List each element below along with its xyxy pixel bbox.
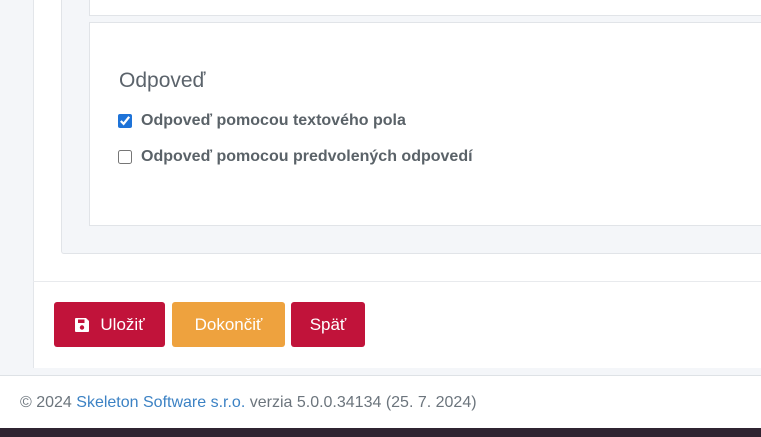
copyright: © 2024 — [20, 394, 72, 411]
answer-panel: Odpoveď Odpoveď pomocou textového pola O… — [89, 22, 761, 226]
back-button-label: Späť — [309, 314, 347, 334]
option-predefined-answers[interactable]: Odpoveď pomocou predvolených odpovedí — [118, 148, 473, 166]
bottom-bar — [0, 428, 761, 437]
option-text-field-label: Odpoveď pomocou textového pola — [141, 112, 406, 129]
page: Odpoveď Odpoveď pomocou textového pola O… — [0, 0, 761, 437]
divider — [33, 281, 761, 282]
previous-panel — [89, 0, 761, 16]
finish-button-label: Dokončiť — [194, 314, 263, 334]
footer: © 2024 Skeleton Software s.r.o. verzia 5… — [0, 375, 761, 428]
save-button-label: Uložiť — [100, 314, 145, 334]
footer-text: © 2024 Skeleton Software s.r.o. verzia 5… — [20, 394, 477, 412]
predefined-answers-checkbox[interactable] — [118, 150, 132, 164]
save-button[interactable]: Uložiť — [54, 302, 165, 347]
answer-panel-title: Odpoveď — [119, 69, 206, 92]
finish-button[interactable]: Dokončiť — [172, 302, 285, 347]
version-info: verzia 5.0.0.34134 (25. 7. 2024) — [249, 394, 477, 411]
option-text-field[interactable]: Odpoveď pomocou textového pola — [118, 112, 406, 130]
option-predefined-answers-label: Odpoveď pomocou predvolených odpovedí — [141, 148, 473, 165]
save-icon — [74, 317, 90, 333]
company-link[interactable]: Skeleton Software s.r.o. — [76, 394, 245, 411]
back-button[interactable]: Späť — [291, 302, 365, 347]
text-field-checkbox[interactable] — [118, 114, 132, 128]
